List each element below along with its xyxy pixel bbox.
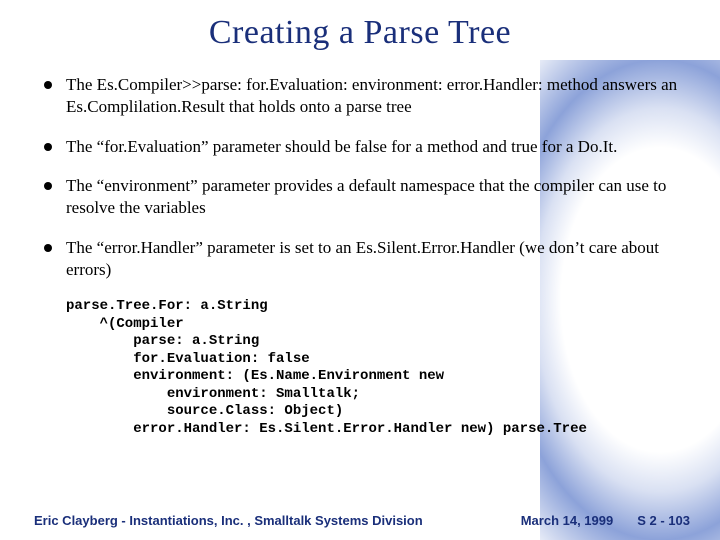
footer-page: S 2 - 103	[637, 513, 690, 528]
bullet-list: The Es.Compiler>>parse: for.Evaluation: …	[40, 74, 684, 280]
bullet-item: The “environment” parameter provides a d…	[40, 175, 684, 219]
slide: Creating a Parse Tree The Es.Compiler>>p…	[0, 0, 720, 540]
slide-title: Creating a Parse Tree	[30, 14, 690, 52]
bullet-text: The Es.Compiler>>parse: for.Evaluation: …	[66, 75, 677, 116]
bullet-item: The Es.Compiler>>parse: for.Evaluation: …	[40, 74, 684, 118]
bullet-text: The “for.Evaluation” parameter should be…	[66, 137, 617, 156]
footer: Eric Clayberg - Instantiations, Inc. , S…	[0, 513, 720, 528]
code-block: parse.Tree.For: a.String ^(Compiler pars…	[66, 298, 690, 438]
bullet-text: The “environment” parameter provides a d…	[66, 176, 666, 217]
footer-date: March 14, 1999	[521, 513, 614, 528]
footer-org: Eric Clayberg - Instantiations, Inc. , S…	[34, 513, 497, 528]
bullet-text: The “error.Handler” parameter is set to …	[66, 238, 659, 279]
bullet-item: The “error.Handler” parameter is set to …	[40, 237, 684, 281]
bullet-item: The “for.Evaluation” parameter should be…	[40, 136, 684, 158]
